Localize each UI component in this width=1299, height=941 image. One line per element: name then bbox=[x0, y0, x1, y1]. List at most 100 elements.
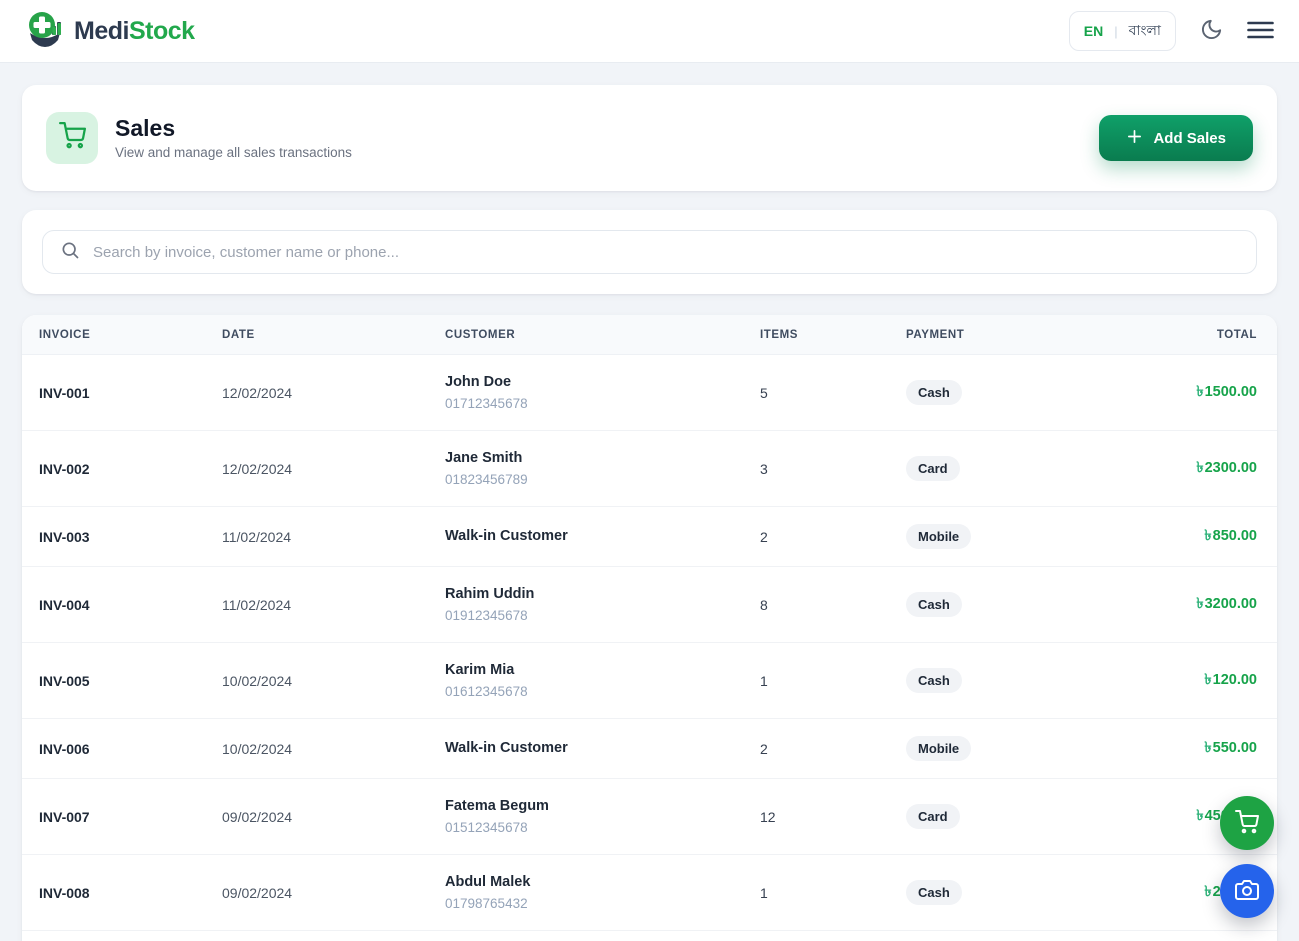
customer-name: Rahim Uddin bbox=[445, 584, 760, 605]
currency-symbol: ৳ bbox=[1196, 808, 1203, 824]
customer-name: Abdul Malek bbox=[445, 872, 760, 893]
plus-icon bbox=[1126, 128, 1143, 149]
items-cell: 2 bbox=[760, 741, 906, 757]
customer-name: Karim Mia bbox=[445, 660, 760, 681]
invoice-cell: INV-007 bbox=[39, 809, 222, 825]
table-body: INV-001 12/02/2024 John Doe 01712345678 … bbox=[22, 355, 1277, 941]
column-header-invoice: INVOICE bbox=[39, 329, 222, 341]
payment-badge: Card bbox=[906, 456, 960, 481]
column-header-total: TOTAL bbox=[1096, 329, 1257, 341]
language-switcher[interactable]: EN | বাংলা bbox=[1069, 11, 1176, 51]
brand-name: MediStock bbox=[74, 17, 195, 46]
hamburger-icon bbox=[1247, 19, 1274, 44]
customer-cell: Walk-in Customer bbox=[445, 738, 760, 759]
date-cell: 11/02/2024 bbox=[222, 529, 445, 545]
invoice-cell: INV-001 bbox=[39, 385, 222, 401]
total-cell: ৳550.00 bbox=[1096, 737, 1257, 761]
theme-toggle-button[interactable] bbox=[1200, 18, 1223, 44]
currency-symbol: ৳ bbox=[1204, 528, 1211, 544]
moon-icon bbox=[1200, 18, 1223, 44]
column-header-customer: CUSTOMER bbox=[445, 329, 760, 341]
payment-badge: Cash bbox=[906, 592, 962, 617]
date-cell: 11/02/2024 bbox=[222, 597, 445, 613]
medistock-logo-icon bbox=[25, 9, 65, 54]
table-row[interactable]: INV-004 11/02/2024 Rahim Uddin 019123456… bbox=[22, 567, 1277, 643]
total-cell: ৳1500.00 bbox=[1096, 381, 1257, 405]
menu-button[interactable] bbox=[1247, 19, 1274, 44]
items-cell: 8 bbox=[760, 597, 906, 613]
customer-name: Fatema Begum bbox=[445, 796, 760, 817]
customer-name: Walk-in Customer bbox=[445, 526, 760, 547]
page-subtitle: View and manage all sales transactions bbox=[115, 145, 352, 160]
items-cell: 12 bbox=[760, 809, 906, 825]
total-cell: ৳120.00 bbox=[1096, 669, 1257, 693]
sales-icon-box bbox=[46, 112, 98, 164]
lang-divider: | bbox=[1114, 24, 1117, 39]
customer-phone: 01612345678 bbox=[445, 682, 760, 701]
items-cell: 1 bbox=[760, 673, 906, 689]
table-row[interactable]: INV-008 09/02/2024 Abdul Malek 017987654… bbox=[22, 855, 1277, 931]
items-cell: 2 bbox=[760, 529, 906, 545]
cart-icon bbox=[1235, 810, 1259, 837]
customer-cell: Walk-in Customer bbox=[445, 526, 760, 547]
search-box[interactable] bbox=[42, 230, 1257, 274]
currency-symbol: ৳ bbox=[1196, 460, 1203, 476]
page-header-text: Sales View and manage all sales transact… bbox=[115, 116, 352, 160]
customer-cell: Fatema Begum 01512345678 bbox=[445, 796, 760, 837]
total-cell: ৳2300.00 bbox=[1096, 457, 1257, 481]
items-cell: 1 bbox=[760, 885, 906, 901]
payment-badge: Mobile bbox=[906, 524, 971, 549]
lang-option-bangla[interactable]: বাংলা bbox=[1129, 19, 1161, 43]
payment-cell: Card bbox=[906, 456, 1096, 481]
column-header-items: ITEMS bbox=[760, 329, 906, 341]
customer-phone: 01798765432 bbox=[445, 894, 760, 913]
payment-badge: Cash bbox=[906, 668, 962, 693]
items-cell: 5 bbox=[760, 385, 906, 401]
customer-phone: 01823456789 bbox=[445, 470, 760, 489]
customer-phone: 01712345678 bbox=[445, 394, 760, 413]
add-sales-button[interactable]: Add Sales bbox=[1099, 115, 1253, 161]
header-controls: EN | বাংলা bbox=[1069, 11, 1274, 51]
payment-badge: Cash bbox=[906, 380, 962, 405]
table-header-row: INVOICE DATE CUSTOMER ITEMS PAYMENT TOTA… bbox=[22, 315, 1277, 355]
brand-name-stock: Stock bbox=[129, 17, 195, 45]
column-header-date: DATE bbox=[222, 329, 445, 341]
total-cell: ৳3200.00 bbox=[1096, 593, 1257, 617]
table-row[interactable]: INV-001 12/02/2024 John Doe 01712345678 … bbox=[22, 355, 1277, 431]
payment-badge: Mobile bbox=[906, 736, 971, 761]
total-amount: 2300.00 bbox=[1205, 460, 1257, 476]
medistock-sales-page: { "brand": { "medi": "Medi", "stock": "S… bbox=[0, 0, 1299, 941]
table-row[interactable]: INV-003 11/02/2024 Walk-in Customer 2 Mo… bbox=[22, 507, 1277, 567]
add-sales-label: Add Sales bbox=[1153, 130, 1226, 147]
payment-cell: Mobile bbox=[906, 524, 1096, 549]
payment-cell: Cash bbox=[906, 668, 1096, 693]
table-row[interactable]: Nazma Akter Mobile bbox=[22, 931, 1277, 941]
table-row[interactable]: INV-002 12/02/2024 Jane Smith 0182345678… bbox=[22, 431, 1277, 507]
customer-name: John Doe bbox=[445, 372, 760, 393]
total-amount: 1500.00 bbox=[1205, 384, 1257, 400]
total-amount: 3200.00 bbox=[1205, 596, 1257, 612]
brand-logo[interactable]: MediStock bbox=[25, 9, 195, 54]
floating-cart-button[interactable] bbox=[1220, 796, 1274, 850]
column-header-payment: PAYMENT bbox=[906, 329, 1096, 341]
payment-cell: Cash bbox=[906, 592, 1096, 617]
total-amount: 850.00 bbox=[1213, 528, 1257, 544]
invoice-cell: INV-005 bbox=[39, 673, 222, 689]
date-cell: 12/02/2024 bbox=[222, 461, 445, 477]
currency-symbol: ৳ bbox=[1204, 884, 1211, 900]
floating-camera-button[interactable] bbox=[1220, 864, 1274, 918]
sales-table-card: INVOICE DATE CUSTOMER ITEMS PAYMENT TOTA… bbox=[22, 315, 1277, 941]
table-row[interactable]: INV-005 10/02/2024 Karim Mia 01612345678… bbox=[22, 643, 1277, 719]
invoice-cell: INV-008 bbox=[39, 885, 222, 901]
total-cell: ৳850.00 bbox=[1096, 525, 1257, 549]
payment-cell: Mobile bbox=[906, 736, 1096, 761]
currency-symbol: ৳ bbox=[1204, 672, 1211, 688]
customer-name: Walk-in Customer bbox=[445, 738, 760, 759]
currency-symbol: ৳ bbox=[1196, 596, 1203, 612]
search-input[interactable] bbox=[93, 244, 1239, 261]
payment-badge: Card bbox=[906, 804, 960, 829]
table-row[interactable]: INV-007 09/02/2024 Fatema Begum 01512345… bbox=[22, 779, 1277, 855]
lang-option-en[interactable]: EN bbox=[1084, 23, 1103, 39]
table-row[interactable]: INV-006 10/02/2024 Walk-in Customer 2 Mo… bbox=[22, 719, 1277, 779]
camera-icon bbox=[1235, 878, 1259, 905]
